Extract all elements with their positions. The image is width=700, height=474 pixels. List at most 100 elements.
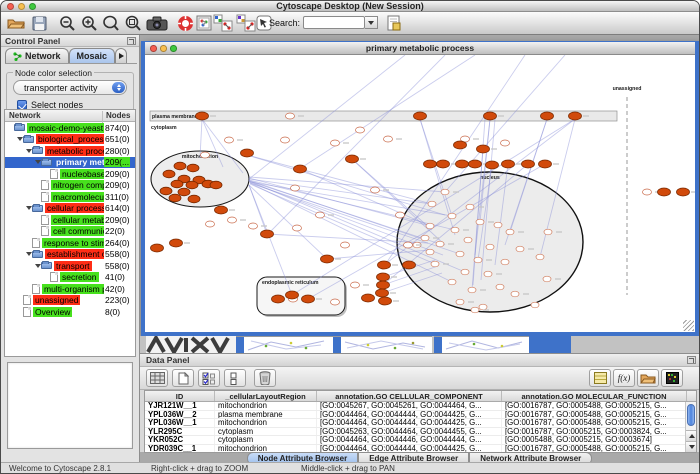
expander-icon[interactable]	[34, 264, 41, 268]
tree-row[interactable]: cellular process614(0)	[5, 203, 135, 215]
graph-node[interactable]	[456, 251, 464, 257]
background-window-sliver[interactable]	[434, 336, 529, 353]
graph-node[interactable]	[403, 261, 416, 269]
graph-node[interactable]	[321, 255, 334, 263]
tab-overflow-arrow-icon[interactable]	[115, 48, 127, 63]
tree-row[interactable]: nitrogen compo...209(0)	[5, 180, 135, 192]
graph-node[interactable]	[151, 244, 164, 252]
graph-node[interactable]	[511, 291, 519, 297]
graph-node[interactable]	[341, 242, 350, 248]
minimize-window-button[interactable]	[18, 3, 25, 10]
open-icon[interactable]	[5, 13, 27, 33]
graph-node[interactable]	[543, 276, 551, 282]
background-window-edge[interactable]	[529, 336, 571, 353]
graph-node[interactable]	[516, 246, 524, 252]
tree-row[interactable]: multi-organism pro...42(0)	[5, 283, 135, 295]
graph-node[interactable]	[404, 242, 413, 248]
graph-node[interactable]	[377, 281, 390, 289]
zoom-in-icon[interactable]	[78, 13, 100, 33]
graph-node[interactable]	[658, 188, 671, 196]
network-view-window[interactable]: primary metabolic process plasma membran…	[141, 41, 699, 336]
expander-icon[interactable]	[16, 137, 23, 141]
graph-node[interactable]	[468, 287, 476, 293]
tab-edge-attribute-browser[interactable]: Edge Attribute Browser	[358, 452, 469, 462]
graph-node[interactable]	[196, 112, 209, 120]
graph-node[interactable]	[186, 181, 198, 189]
graph-node[interactable]	[225, 137, 234, 143]
graph-node[interactable]	[163, 170, 175, 178]
tree-row[interactable]: mosaic-demo-yeast874(0)	[5, 122, 135, 134]
graph-node[interactable]	[479, 304, 487, 310]
network-close-button[interactable]	[150, 45, 157, 52]
graph-node[interactable]	[428, 201, 436, 207]
graph-node[interactable]	[241, 149, 254, 157]
tree-row[interactable]: primary metabo...209(...	[5, 157, 135, 169]
graph-node[interactable]	[171, 180, 183, 188]
graph-node[interactable]	[476, 219, 484, 225]
window-titlebar[interactable]: Cytoscape Desktop (New Session)	[1, 1, 699, 12]
vizmapper-node-icon[interactable]	[211, 13, 235, 33]
graph-node[interactable]	[351, 282, 360, 288]
expander-icon[interactable]	[25, 149, 32, 153]
unselect-attributes-icon[interactable]	[224, 369, 246, 387]
search-dropdown-icon[interactable]	[365, 16, 378, 29]
network-window-titlebar[interactable]: primary metabolic process	[145, 42, 695, 55]
graph-node[interactable]	[421, 235, 429, 241]
graph-node[interactable]	[293, 225, 302, 231]
tab-network-attribute-browser[interactable]: Network Attribute Browser	[469, 452, 592, 462]
graph-node[interactable]	[228, 217, 237, 223]
graph-node[interactable]	[436, 241, 444, 247]
table-row[interactable]: YJR121W__1mitochondrion[GO:0045267, GO:0…	[145, 402, 696, 411]
graph-node[interactable]	[501, 140, 510, 146]
table-row[interactable]: YPL036W__2plasma membrane[GO:0044464, GO…	[145, 411, 696, 420]
tree-row[interactable]: transport558(0)	[5, 260, 135, 272]
tree-row[interactable]: response to stimul...264(0)	[5, 237, 135, 249]
graph-node[interactable]	[437, 160, 450, 168]
tree-row[interactable]: macromolecule...311(0)	[5, 191, 135, 203]
graph-node[interactable]	[376, 289, 389, 297]
node-color-dropdown[interactable]: transporter activity	[13, 80, 127, 95]
tab-network[interactable]: Network	[5, 48, 69, 63]
graph-node[interactable]	[454, 141, 467, 149]
graph-node[interactable]	[451, 227, 459, 233]
graph-node[interactable]	[469, 160, 482, 168]
table-row[interactable]: YKR052Ccytoplasm[GO:0044464, GO:0044446,…	[145, 436, 696, 445]
graph-node[interactable]	[294, 165, 307, 173]
tab-mosaic[interactable]: Mosaic	[69, 48, 116, 63]
graph-node[interactable]	[496, 284, 504, 290]
table-column-header[interactable]: _cellularLayoutRegion	[215, 391, 317, 401]
graph-node[interactable]	[210, 181, 222, 189]
expander-icon[interactable]	[25, 252, 32, 256]
tab-node-attribute-browser[interactable]: Node Attribute Browser	[247, 452, 359, 462]
tree-row[interactable]: metabolic process280(0)	[5, 145, 135, 157]
graph-node[interactable]	[484, 112, 497, 120]
graph-node[interactable]	[187, 164, 199, 172]
graph-node[interactable]	[456, 160, 469, 168]
import-attributes-icon[interactable]	[637, 369, 659, 387]
graph-node[interactable]	[188, 195, 200, 203]
graph-node[interactable]	[362, 294, 375, 302]
graph-node[interactable]	[466, 204, 474, 210]
tree-header[interactable]: Network Nodes	[5, 110, 135, 122]
graph-node[interactable]	[522, 160, 535, 168]
graph-node[interactable]	[502, 160, 515, 168]
graph-node[interactable]	[464, 237, 472, 243]
graph-node[interactable]	[281, 137, 290, 143]
new-attribute-icon[interactable]	[172, 369, 194, 387]
table-scrollbar[interactable]	[685, 402, 696, 452]
graph-node[interactable]	[486, 244, 494, 250]
float-panel-icon[interactable]	[127, 37, 136, 45]
graph-node[interactable]	[486, 161, 499, 169]
graph-node[interactable]	[174, 162, 186, 170]
graph-node[interactable]	[461, 269, 469, 275]
scroll-up-icon[interactable]	[686, 430, 697, 441]
graph-node[interactable]	[206, 221, 215, 227]
graph-node[interactable]	[215, 206, 228, 214]
graph-node[interactable]	[316, 212, 325, 218]
zoom-fit-icon[interactable]	[122, 13, 144, 33]
snapshot-icon[interactable]	[144, 13, 170, 33]
table-column-header[interactable]: ID	[145, 391, 215, 401]
expander-icon[interactable]	[34, 160, 41, 164]
table-column-header[interactable]: annotation.GO MOLECULAR_FUNCTION	[502, 391, 687, 401]
graph-node[interactable]	[261, 230, 274, 238]
